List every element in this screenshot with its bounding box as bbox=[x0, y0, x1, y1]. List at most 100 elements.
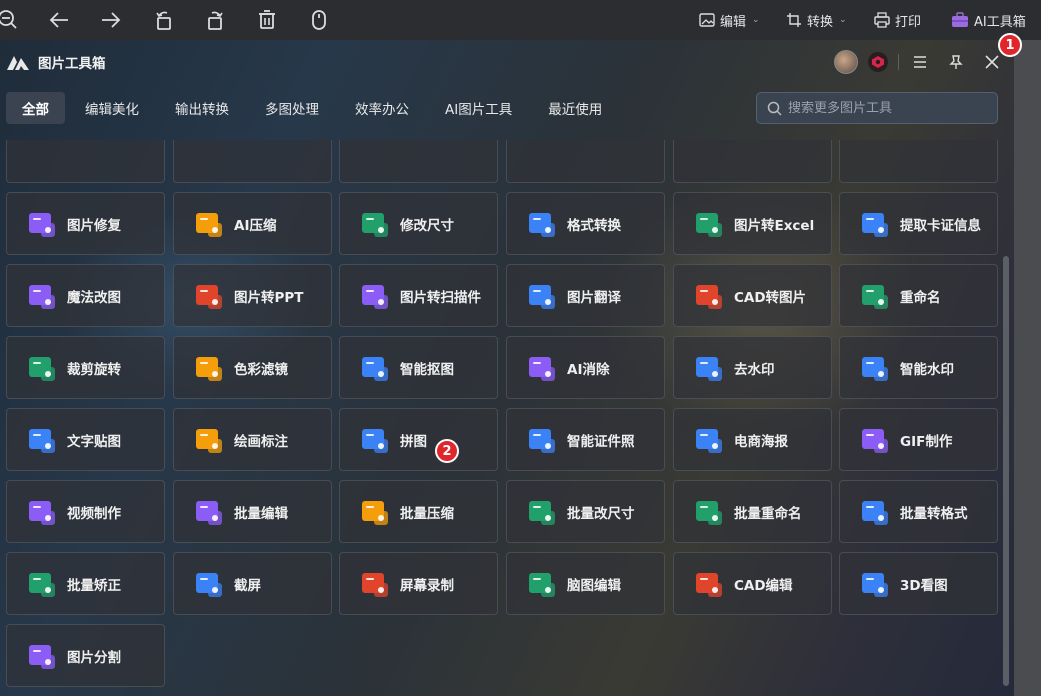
tool-card[interactable]: 图片分割 bbox=[6, 624, 165, 687]
tool-grid: 图片修复 AI压缩 修改尺寸 格式转换 图片转Excel 提取卡证信息魔法改图 图片转PPT… bbox=[0, 140, 1010, 696]
tool-card-partial[interactable] bbox=[339, 140, 498, 183]
tool-card[interactable]: 裁剪旋转 bbox=[6, 336, 165, 399]
format-convert-icon bbox=[527, 209, 557, 239]
tool-card-partial[interactable] bbox=[839, 140, 998, 183]
tool-card[interactable]: 色彩滤镜 bbox=[173, 336, 332, 399]
tool-card[interactable]: 魔法改图 bbox=[6, 264, 165, 327]
tool-card-partial[interactable] bbox=[6, 140, 165, 183]
tool-card[interactable]: 脑图编辑 bbox=[506, 552, 665, 615]
print-button[interactable]: 打印 bbox=[874, 8, 921, 32]
tool-label: 图片修复 bbox=[67, 217, 121, 234]
video-maker-icon bbox=[27, 497, 57, 527]
tool-card[interactable]: GIF制作 bbox=[839, 408, 998, 471]
tab-6[interactable]: 最近使用 bbox=[532, 92, 618, 124]
tab-4[interactable]: 效率办公 bbox=[339, 92, 425, 124]
search-box[interactable] bbox=[756, 92, 998, 124]
tool-card[interactable]: 电商海报 bbox=[673, 408, 832, 471]
tool-card[interactable]: 提取卡证信息 bbox=[839, 192, 998, 255]
tool-card[interactable]: 截屏 bbox=[173, 552, 332, 615]
tool-label: 拼图 bbox=[400, 433, 427, 450]
search-icon bbox=[767, 101, 782, 116]
window-edge-strip bbox=[1014, 40, 1041, 696]
tool-label: CAD编辑 bbox=[734, 577, 793, 594]
tool-card[interactable]: 批量重命名 bbox=[673, 480, 832, 543]
draw-annotate-icon bbox=[194, 425, 224, 455]
batch-convert-icon bbox=[860, 497, 890, 527]
tool-card[interactable]: AI压缩 bbox=[173, 192, 332, 255]
chevron-down-icon: ⌄ bbox=[839, 15, 847, 25]
tool-card[interactable]: 批量改尺寸 bbox=[506, 480, 665, 543]
close-icon[interactable] bbox=[981, 51, 1003, 73]
tool-card[interactable]: 3D看图 bbox=[839, 552, 998, 615]
menu-icon[interactable] bbox=[909, 51, 931, 73]
toolbox-icon bbox=[952, 12, 968, 27]
tool-card-partial[interactable] bbox=[173, 140, 332, 183]
tool-label: 文字贴图 bbox=[67, 433, 121, 450]
forward-arrow-icon[interactable] bbox=[99, 8, 123, 32]
tool-card[interactable]: 智能证件照 bbox=[506, 408, 665, 471]
tool-card[interactable]: 重命名 bbox=[839, 264, 998, 327]
smart-cutout-icon bbox=[360, 353, 390, 383]
tab-5[interactable]: AI图片工具 bbox=[429, 92, 528, 124]
image-edit-icon bbox=[699, 13, 715, 27]
edit-menu-button[interactable]: 编辑 ⌄ bbox=[699, 8, 760, 32]
tool-label: 3D看图 bbox=[900, 577, 948, 594]
tool-card[interactable]: 智能抠图 bbox=[339, 336, 498, 399]
tool-card[interactable]: 格式转换 bbox=[506, 192, 665, 255]
ai-toolbox-button[interactable]: AI工具箱 bbox=[951, 8, 1026, 32]
back-arrow-icon[interactable] bbox=[47, 8, 71, 32]
tool-card[interactable]: 修改尺寸 bbox=[339, 192, 498, 255]
tool-card[interactable]: 批量压缩 bbox=[339, 480, 498, 543]
tab-2[interactable]: 输出转换 bbox=[159, 92, 245, 124]
top-toolbar: 编辑 ⌄ 转换 ⌄ 打印 AI工具箱 bbox=[0, 0, 1041, 40]
tool-card[interactable]: 视频制作 bbox=[6, 480, 165, 543]
delete-icon[interactable] bbox=[255, 8, 279, 32]
tool-card[interactable]: 批量转格式 bbox=[839, 480, 998, 543]
convert-menu-button[interactable]: 转换 ⌄ bbox=[786, 8, 847, 32]
tool-label: 格式转换 bbox=[567, 217, 621, 234]
tool-card-partial[interactable] bbox=[506, 140, 665, 183]
search-input[interactable] bbox=[788, 100, 988, 116]
tool-card[interactable]: 智能水印 bbox=[839, 336, 998, 399]
tool-card[interactable]: AI消除 bbox=[506, 336, 665, 399]
tool-label: 智能证件照 bbox=[567, 433, 635, 450]
resize-icon bbox=[360, 209, 390, 239]
tool-card[interactable]: 文字贴图 bbox=[6, 408, 165, 471]
zoom-out-icon[interactable] bbox=[0, 8, 20, 32]
scrollbar[interactable] bbox=[1003, 256, 1009, 686]
tool-label: 色彩滤镜 bbox=[234, 361, 288, 378]
tab-1[interactable]: 编辑美化 bbox=[69, 92, 155, 124]
crop-icon bbox=[787, 13, 801, 27]
tool-label: 绘画标注 bbox=[234, 433, 288, 450]
tab-0[interactable]: 全部 bbox=[6, 92, 65, 124]
tool-card[interactable]: 屏幕录制 bbox=[339, 552, 498, 615]
avatar[interactable] bbox=[834, 50, 858, 74]
rotate-right-icon[interactable] bbox=[203, 8, 227, 32]
tool-card[interactable]: 批量编辑 bbox=[173, 480, 332, 543]
cad-edit-icon bbox=[694, 569, 724, 599]
tool-card-partial[interactable] bbox=[673, 140, 832, 183]
tool-label: AI压缩 bbox=[234, 217, 277, 234]
tool-card[interactable]: 图片转PPT bbox=[173, 264, 332, 327]
tool-card[interactable]: 图片转Excel bbox=[673, 192, 832, 255]
tool-card[interactable]: 去水印 bbox=[673, 336, 832, 399]
tool-card[interactable]: CAD转图片 bbox=[673, 264, 832, 327]
image-to-excel-icon bbox=[694, 209, 724, 239]
tool-card[interactable]: 图片修复 bbox=[6, 192, 165, 255]
mouse-icon[interactable] bbox=[307, 8, 331, 32]
tool-label: 智能水印 bbox=[900, 361, 954, 378]
tool-label: 批量重命名 bbox=[734, 505, 802, 522]
tool-card[interactable]: 图片翻译 bbox=[506, 264, 665, 327]
tool-card[interactable]: 图片转扫描件 bbox=[339, 264, 498, 327]
tool-card[interactable]: 批量矫正 bbox=[6, 552, 165, 615]
rotate-left-icon[interactable] bbox=[152, 8, 176, 32]
tool-card[interactable]: 绘画标注 bbox=[173, 408, 332, 471]
tool-card[interactable]: CAD编辑 bbox=[673, 552, 832, 615]
tool-label: 视频制作 bbox=[67, 505, 121, 522]
tab-3[interactable]: 多图处理 bbox=[249, 92, 335, 124]
vip-badge-icon[interactable] bbox=[868, 52, 888, 72]
tool-card[interactable]: 拼图 bbox=[339, 408, 498, 471]
pin-icon[interactable] bbox=[945, 51, 967, 73]
batch-edit-icon bbox=[194, 497, 224, 527]
batch-rename-icon bbox=[694, 497, 724, 527]
